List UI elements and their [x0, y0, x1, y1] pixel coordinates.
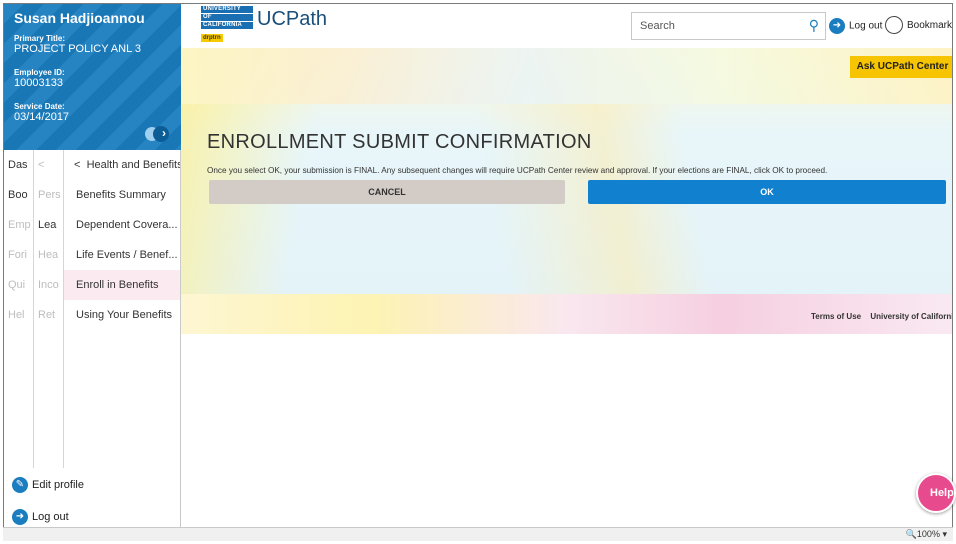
zoom-level: 100%: [916, 529, 940, 539]
logo-line3: CALIFORNIA: [201, 22, 253, 29]
terms-of-use-link[interactable]: Terms of Use: [811, 312, 861, 321]
nav-item-employee[interactable]: Emp: [8, 210, 34, 240]
nav-header-health-benefits[interactable]: < Health and Benefits: [64, 150, 181, 180]
ok-button[interactable]: OK: [588, 180, 946, 204]
edit-profile-label: Edit profile: [32, 479, 84, 491]
nav-item-dependent-coverage[interactable]: Dependent Covera...: [64, 210, 180, 240]
nav-item-retirement[interactable]: Ret: [38, 300, 64, 330]
zoom-icon: 🔍: [905, 529, 917, 539]
ask-ucpath-center-button[interactable]: Ask UCPath Center: [850, 56, 952, 78]
nav-item-benefits-summary[interactable]: Benefits Summary: [64, 180, 180, 210]
search-placeholder: Search: [640, 20, 675, 32]
footer-links: Terms of Use University of California: [811, 312, 952, 321]
nav-item-personal[interactable]: Pers: [38, 180, 64, 210]
page-title: ENROLLMENT SUBMIT CONFIRMATION: [207, 131, 592, 153]
service-date-value: 03/14/2017: [14, 111, 70, 123]
brand-title[interactable]: UCPath: [257, 8, 327, 31]
nav-item-health[interactable]: Hea: [38, 240, 64, 270]
nav-item-help[interactable]: Hel: [8, 300, 34, 330]
profile-panel: Susan Hadjioannou Primary Title: PROJECT…: [4, 4, 181, 150]
employee-id-label: Employee ID:: [14, 68, 65, 77]
logout-icon: ➜: [12, 509, 28, 526]
uc-logo[interactable]: UNIVERSITY OF CALIFORNIA drptrn: [201, 6, 253, 42]
nav-column-level3: < Health and Benefits Benefits Summary D…: [64, 150, 181, 468]
primary-title-label: Primary Title:: [14, 34, 65, 43]
chevron-right-icon: ›: [162, 126, 166, 140]
nav-item-enroll-in-benefits[interactable]: Enroll in Benefits: [64, 270, 180, 300]
logo-line2: OF: [201, 14, 253, 21]
nav-back-icon[interactable]: <: [38, 150, 64, 180]
header-logout-label: Log out: [849, 20, 883, 32]
banner-top-band: [181, 48, 952, 104]
side-navigation: Das Boo Emp Fori Qui Hel < Pers Lea Hea …: [4, 150, 181, 468]
nav-item-using-your-benefits[interactable]: Using Your Benefits: [64, 300, 180, 330]
cancel-button[interactable]: CANCEL: [209, 180, 565, 204]
main-content: Ask UCPath Center ENROLLMENT SUBMIT CONF…: [181, 48, 952, 540]
nav-column-level2: < Pers Lea Hea Inco Ret: [34, 150, 64, 468]
bookmark-label: Bookmark: [907, 20, 953, 31]
logo-tag: drptrn: [201, 34, 223, 42]
browser-status-bar: 🔍100% ▾: [3, 527, 953, 541]
nav-column-level1: Das Boo Emp Fori Qui Hel: [4, 150, 34, 468]
nav-item-life-events[interactable]: Life Events / Benef...: [64, 240, 180, 270]
side-logout-link[interactable]: ➜ Log out: [12, 508, 69, 528]
header-logout-button[interactable]: ➜ Log out: [829, 18, 882, 36]
confirmation-message: Once you select OK, your submission is F…: [207, 166, 828, 175]
bookmark-button[interactable]: Bookmark: [885, 16, 952, 36]
profile-name[interactable]: Susan Hadjioannou: [14, 10, 145, 26]
logout-icon: ➜: [829, 18, 845, 34]
chevron-left-icon: <: [74, 159, 81, 171]
search-input[interactable]: Search ⚲: [631, 12, 826, 40]
nav-item-leave[interactable]: Lea: [38, 210, 64, 240]
chevron-down-icon: ▾: [942, 529, 947, 539]
nav-item-bookmarks[interactable]: Boo: [8, 180, 34, 210]
nav-item-quick-links[interactable]: Qui: [8, 270, 34, 300]
employee-id-value: 10003133: [14, 77, 63, 89]
edit-profile-link[interactable]: ✎ Edit profile: [12, 476, 84, 496]
top-header: UNIVERSITY OF CALIFORNIA drptrn UCPath S…: [181, 4, 952, 48]
nav-header-label: Health and Benefits: [86, 159, 181, 171]
browser-viewport: Susan Hadjioannou Primary Title: PROJECT…: [3, 3, 953, 541]
zoom-control[interactable]: 🔍100% ▾: [906, 529, 947, 540]
help-button[interactable]: Help: [916, 473, 956, 513]
side-logout-label: Log out: [32, 511, 69, 523]
nav-item-dashboard[interactable]: Das: [8, 150, 34, 180]
logo-line1: UNIVERSITY: [201, 6, 253, 13]
toggle-knob-icon: [153, 126, 169, 142]
profile-toggle[interactable]: ›: [145, 126, 175, 142]
primary-title-value: PROJECT POLICY ANL 3: [14, 43, 141, 55]
university-of-california-link[interactable]: University of California: [870, 312, 952, 321]
pencil-icon: ✎: [12, 477, 28, 494]
nav-item-income[interactable]: Inco: [38, 270, 64, 300]
bookmark-circle-icon: [885, 16, 903, 35]
service-date-label: Service Date:: [14, 102, 65, 111]
search-icon[interactable]: ⚲: [809, 17, 819, 34]
nav-item-forms[interactable]: Fori: [8, 240, 34, 270]
